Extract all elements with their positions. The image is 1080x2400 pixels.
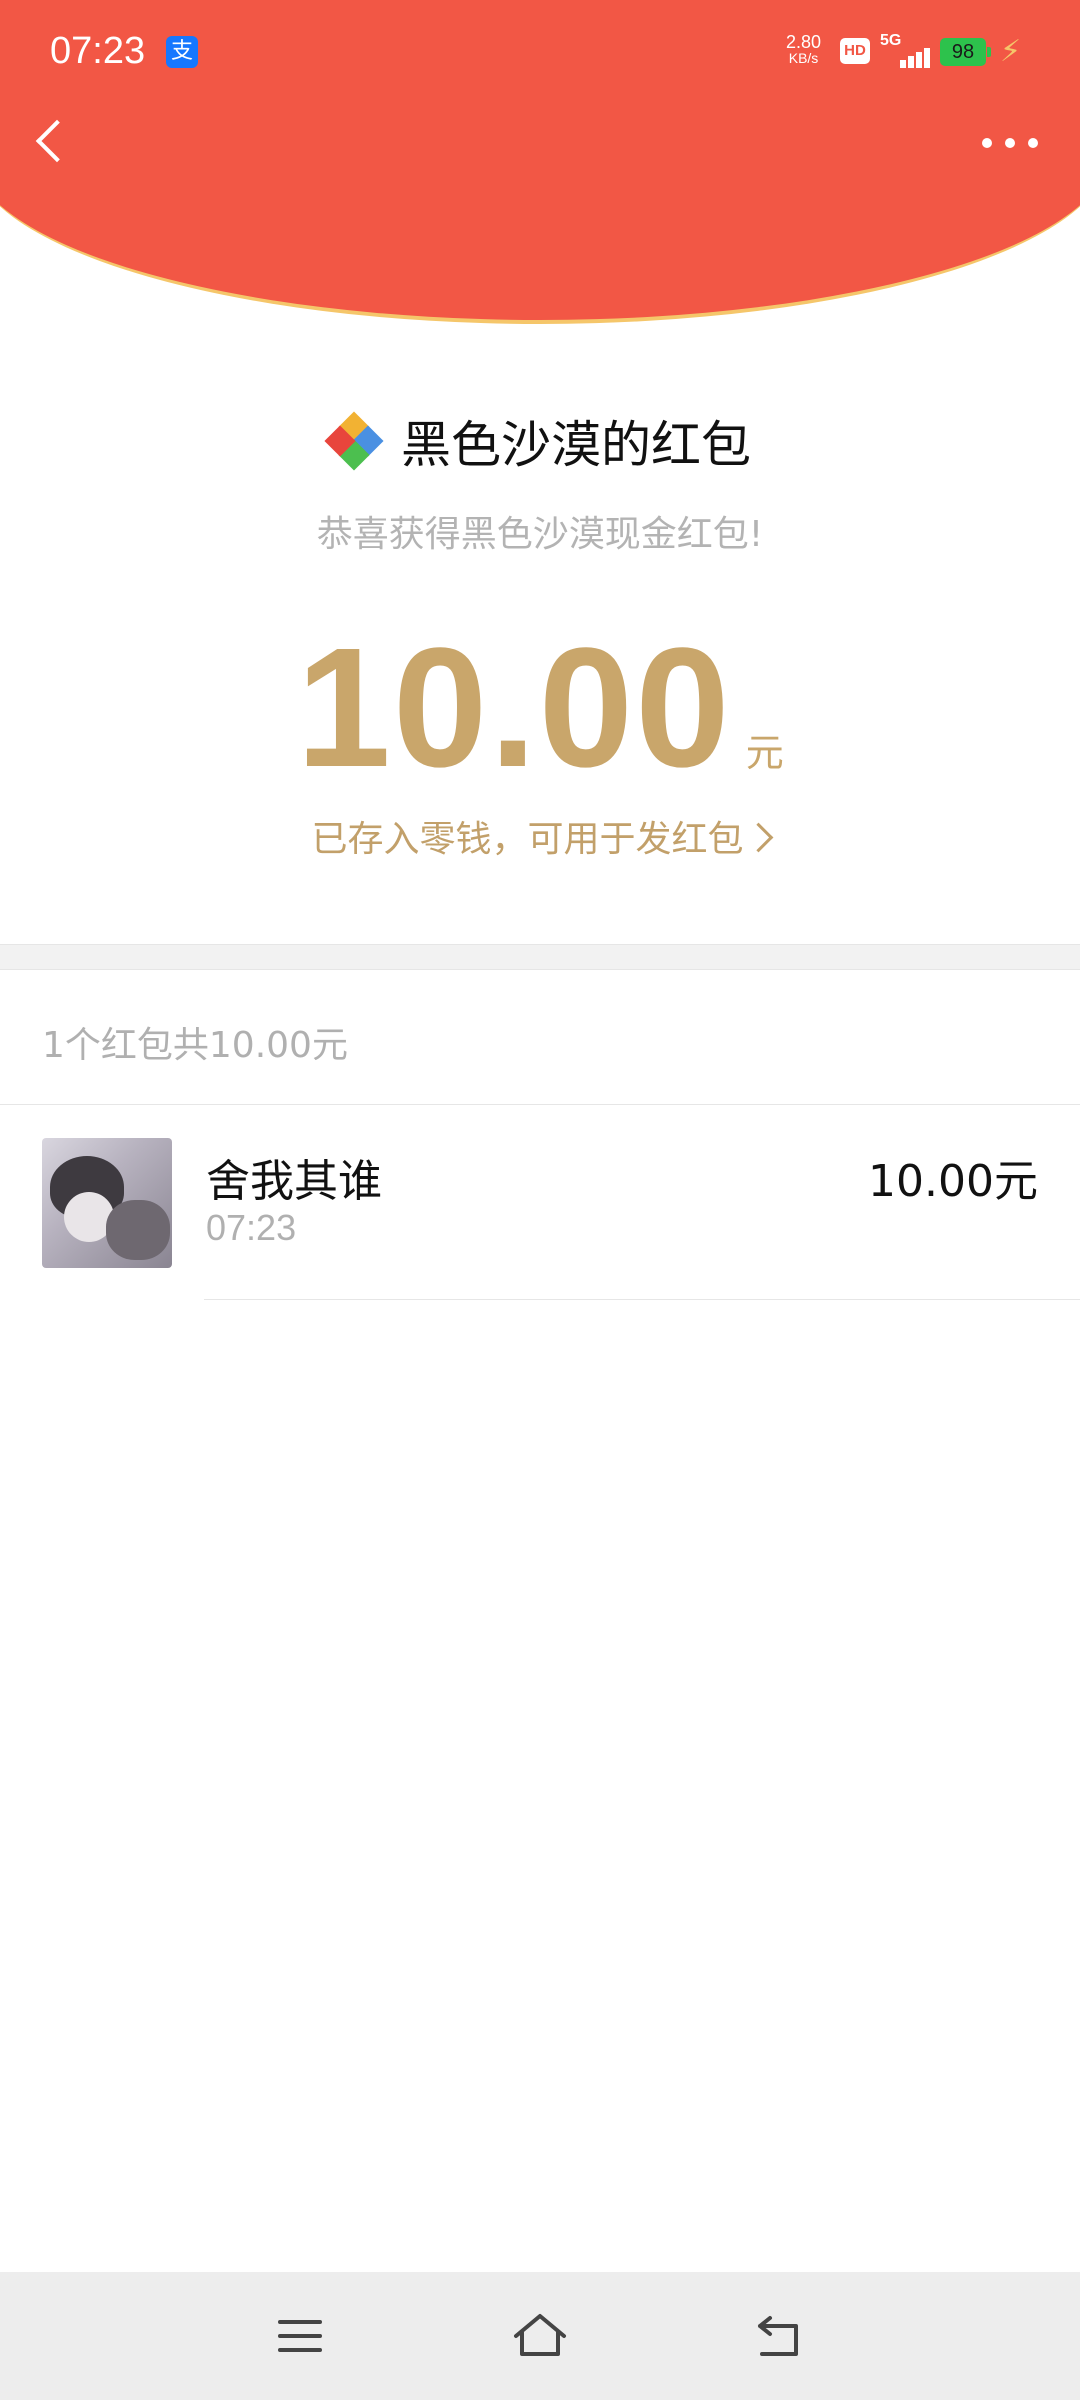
menu-icon[interactable] [270, 2312, 330, 2362]
greeting-text: 恭喜获得黑色沙漠现金红包! [316, 514, 764, 555]
chevron-left-icon [35, 119, 79, 163]
back-button[interactable] [24, 110, 84, 170]
chevron-right-icon [743, 822, 773, 852]
red-packet-logo-icon [324, 411, 384, 471]
amount-display: 10.00 元 [0, 610, 1080, 806]
battery-icon: 98 [940, 38, 991, 66]
network-speed-unit: KB/s [788, 50, 819, 66]
network-type: 5G [880, 32, 902, 49]
top-nav [0, 100, 1080, 180]
network-speed: 2.80 KB/s [786, 32, 822, 66]
amount-value: 10.00 [296, 613, 732, 803]
recipient-time: 07:23 [206, 1207, 297, 1248]
avatar[interactable] [42, 1138, 172, 1268]
row-divider [204, 1299, 1080, 1300]
status-time: 07:23 [50, 30, 146, 72]
charging-icon: ⚡ [1000, 34, 1022, 69]
recipient-amount: 10.00元 [868, 1156, 1038, 1207]
sender-header: 黑色沙漠的红包 [0, 405, 1080, 477]
amount-unit: 元 [745, 731, 784, 775]
network-speed-value: 2.80 [786, 32, 822, 52]
status-bar: 07:23 支 2.80 KB/s HD 5G 98 ⚡ [0, 0, 1080, 100]
signal-icon: 5G [880, 32, 932, 68]
stored-text: 已存入零钱，可用于发红包 [311, 819, 744, 860]
more-options-button[interactable] [970, 118, 1050, 162]
packet-summary: 1个红包共10.00元 [42, 1025, 348, 1066]
recipient-row[interactable]: 舍我其谁 07:23 10.00元 [0, 1105, 1080, 1300]
sender-name: 黑色沙漠的红包 [401, 416, 751, 474]
home-icon[interactable] [510, 2308, 570, 2364]
app-notification-icon: 支 [166, 36, 198, 68]
system-navigation-bar [0, 2272, 1080, 2400]
section-gap [0, 944, 1080, 970]
back-icon[interactable] [750, 2308, 810, 2364]
stored-in-wallet-link[interactable]: 已存入零钱，可用于发红包 [0, 810, 1080, 862]
hd-icon: HD [840, 38, 870, 64]
recipient-name: 舍我其谁 [206, 1156, 382, 1207]
